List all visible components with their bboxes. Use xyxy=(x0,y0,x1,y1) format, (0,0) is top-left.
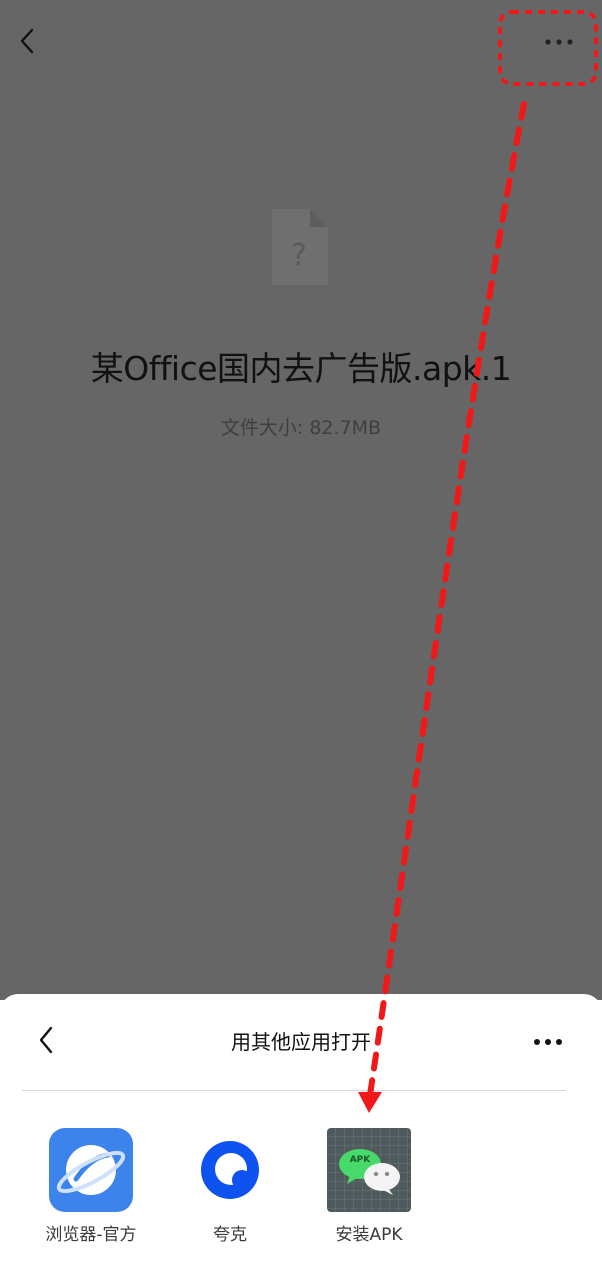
more-options-button[interactable] xyxy=(534,30,578,54)
sheet-title: 用其他应用打开 xyxy=(231,1030,371,1054)
quark-icon xyxy=(201,1141,259,1199)
divider xyxy=(22,1090,566,1091)
more-horizontal-icon xyxy=(534,1039,562,1045)
apk-installer-icon: APK xyxy=(327,1128,411,1212)
dimmed-overlay[interactable] xyxy=(0,0,602,1000)
chevron-left-icon xyxy=(20,28,34,54)
file-preview-screen: ? 某Office国内去广告版.apk.1 文件大小: 82.7MB 用其他应用… xyxy=(0,0,602,1274)
app-option-browser[interactable]: 浏览器-官方 xyxy=(31,1127,151,1245)
file-size: 文件大小: 82.7MB xyxy=(220,417,382,439)
browser-planet-icon xyxy=(49,1128,133,1212)
back-button[interactable] xyxy=(14,24,42,60)
app-label-quark: 夸克 xyxy=(213,1225,247,1245)
svg-text:?: ? xyxy=(291,238,307,273)
sheet-more-button[interactable] xyxy=(526,1030,570,1054)
app-option-apk-installer[interactable]: APK 安装APK xyxy=(309,1127,429,1245)
unknown-file-icon: ? xyxy=(270,207,330,287)
app-label-apk-installer: 安装APK xyxy=(335,1225,403,1245)
more-horizontal-icon xyxy=(545,39,573,45)
file-name: 某Office国内去广告版.apk.1 xyxy=(90,349,512,388)
app-option-quark[interactable]: 夸克 xyxy=(170,1127,290,1245)
svg-text:APK: APK xyxy=(350,1155,372,1165)
app-label-browser: 浏览器-官方 xyxy=(45,1225,137,1245)
open-with-sheet: 用其他应用打开 浏览器-官方 夸克 APK 安装APK xyxy=(0,994,602,1274)
